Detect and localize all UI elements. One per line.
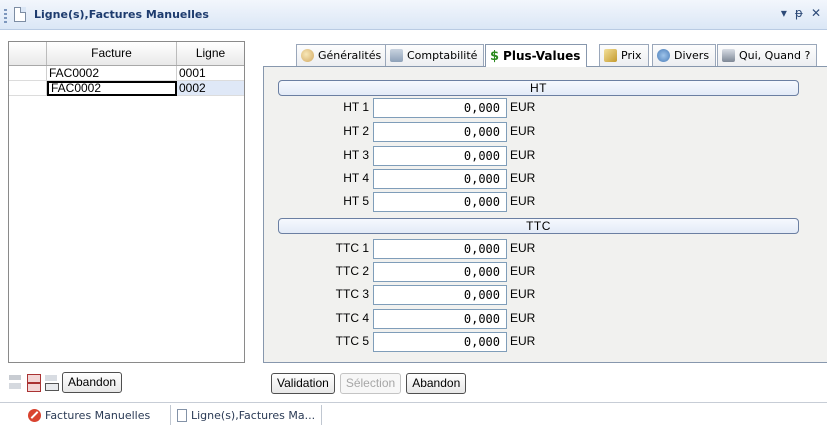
ttc-1-input[interactable]: 0,000	[373, 239, 507, 259]
column-header-facture[interactable]: Facture	[47, 42, 177, 65]
currency-unit: EUR	[510, 148, 536, 162]
divers-icon	[657, 49, 670, 62]
selection-button: Sélection	[339, 373, 402, 394]
tab-label: Comptabilité	[407, 49, 478, 62]
tab-label: Qui, Quand ?	[739, 49, 811, 62]
tab-strip: Généralités Comptabilité $ Plus-Values P…	[263, 44, 827, 67]
field-row-ttc-1: TTC 1 0,000 EUR	[264, 239, 664, 259]
drag-grip-icon[interactable]	[4, 9, 7, 23]
cell-facture[interactable]: FAC0002	[47, 81, 177, 96]
section-header-ttc: TTC	[278, 218, 799, 234]
ttc-2-input[interactable]: 0,000	[373, 262, 507, 282]
tab-generalites[interactable]: Généralités	[296, 44, 389, 66]
table-row-selected[interactable]: FAC0002 0002	[9, 81, 244, 96]
field-row-ttc-2: TTC 2 0,000 EUR	[264, 262, 664, 282]
field-row-ttc-3: TTC 3 0,000 EUR	[264, 285, 664, 305]
window-titlebar: Ligne(s),Factures Manuelles ▾ ᵽ ✕	[0, 0, 827, 30]
doc-tab-factures-manuelles[interactable]: Factures Manuelles	[22, 405, 156, 425]
field-label: TTC 3	[335, 287, 369, 301]
ttc-4-input[interactable]: 0,000	[373, 309, 507, 329]
field-label: HT 4	[343, 171, 369, 185]
table-row[interactable]: FAC0002 0001	[9, 66, 244, 81]
left-abandon-button[interactable]: Abandon	[62, 371, 123, 393]
ht-2-input[interactable]: 0,000	[373, 122, 507, 142]
row-selector[interactable]	[9, 66, 47, 81]
currency-unit: EUR	[510, 194, 536, 208]
currency-unit: EUR	[510, 124, 536, 138]
field-row-ht-4: HT 4 0,000 EUR	[264, 169, 664, 189]
tab-label: Prix	[621, 49, 642, 62]
tab-prix[interactable]: Prix	[599, 44, 649, 66]
field-label: TTC 5	[335, 334, 369, 348]
right-toolbar: Validation Sélection Abandon	[271, 373, 467, 394]
field-label: HT 2	[343, 124, 369, 138]
validation-button[interactable]: Validation	[271, 373, 335, 394]
field-label: TTC 1	[335, 241, 369, 255]
section-header-ht: HT	[278, 80, 799, 96]
tab-qui-quand[interactable]: Qui, Quand ?	[717, 44, 818, 66]
field-row-ht-2: HT 2 0,000 EUR	[264, 122, 664, 142]
field-label: HT 3	[343, 148, 369, 162]
currency-unit: EUR	[510, 311, 536, 325]
cell-ligne[interactable]: 0002	[177, 81, 244, 96]
generalites-icon	[301, 49, 314, 62]
cell-ligne[interactable]: 0001	[177, 66, 244, 81]
plus-values-panel: HT HT 1 0,000 EUR HT 2 0,000 EUR HT 3 0,…	[263, 66, 827, 363]
currency-unit: EUR	[510, 171, 536, 185]
field-row-ttc-5: TTC 5 0,000 EUR	[264, 332, 664, 352]
field-label: HT 1	[343, 100, 369, 114]
field-row-ht-5: HT 5 0,000 EUR	[264, 192, 664, 212]
delete-row-icon[interactable]	[26, 373, 41, 392]
move-up-icon[interactable]	[8, 373, 22, 391]
currency-unit: EUR	[510, 287, 536, 301]
right-abandon-button[interactable]: Abandon	[406, 373, 467, 394]
dropdown-arrow-icon[interactable]: ▾	[781, 6, 787, 20]
currency-unit: EUR	[510, 100, 536, 114]
tab-label: Généralités	[318, 49, 382, 62]
tab-plus-values[interactable]: $ Plus-Values	[485, 44, 588, 67]
ht-1-input[interactable]: 0,000	[373, 98, 507, 118]
document-icon	[177, 408, 187, 422]
ht-3-input[interactable]: 0,000	[373, 146, 507, 166]
comptabilite-icon	[390, 49, 403, 62]
ttc-5-input[interactable]: 0,000	[373, 332, 507, 352]
tab-divers[interactable]: Divers	[652, 44, 717, 66]
document-icon	[14, 7, 26, 22]
grid-row-selector-header	[9, 42, 47, 65]
lines-grid: Facture Ligne FAC0002 0001 FAC0002 0002	[8, 41, 245, 363]
field-label: HT 5	[343, 194, 369, 208]
currency-unit: EUR	[510, 334, 536, 348]
pin-icon[interactable]: ᵽ	[795, 6, 803, 20]
currency-unit: EUR	[510, 241, 536, 255]
doc-tab-lignes-factures[interactable]: Ligne(s),Factures Ma...	[170, 405, 323, 425]
doc-tab-label: Factures Manuelles	[45, 408, 151, 422]
tab-label: Divers	[674, 49, 710, 62]
prix-icon	[604, 49, 617, 62]
tab-label: Plus-Values	[503, 49, 581, 63]
left-toolbar: Abandon	[8, 370, 123, 394]
doc-tab-label: Ligne(s),Factures Ma...	[191, 408, 316, 422]
currency-unit: EUR	[510, 264, 536, 278]
field-row-ht-1: HT 1 0,000 EUR	[264, 98, 664, 118]
ht-5-input[interactable]: 0,000	[373, 192, 507, 212]
field-row-ttc-4: TTC 4 0,000 EUR	[264, 309, 664, 329]
cell-facture[interactable]: FAC0002	[47, 66, 177, 81]
grid-header: Facture Ligne	[9, 42, 244, 66]
field-label: TTC 2	[335, 264, 369, 278]
field-row-ht-3: HT 3 0,000 EUR	[264, 146, 664, 166]
column-header-ligne[interactable]: Ligne	[177, 42, 244, 65]
insert-row-icon[interactable]	[44, 373, 59, 391]
close-icon[interactable]: ✕	[811, 6, 821, 20]
ttc-3-input[interactable]: 0,000	[373, 285, 507, 305]
window-controls: ▾ ᵽ ✕	[781, 6, 821, 20]
window-title: Ligne(s),Factures Manuelles	[34, 8, 209, 21]
field-label: TTC 4	[335, 311, 369, 325]
row-selector[interactable]	[9, 81, 47, 96]
dollar-icon: $	[490, 48, 500, 64]
stop-icon	[28, 408, 41, 422]
ht-4-input[interactable]: 0,000	[373, 169, 507, 189]
qui-quand-icon	[722, 49, 735, 62]
document-tab-bar: Factures Manuelles Ligne(s),Factures Ma.…	[0, 402, 827, 425]
tab-comptabilite[interactable]: Comptabilité	[385, 44, 485, 66]
